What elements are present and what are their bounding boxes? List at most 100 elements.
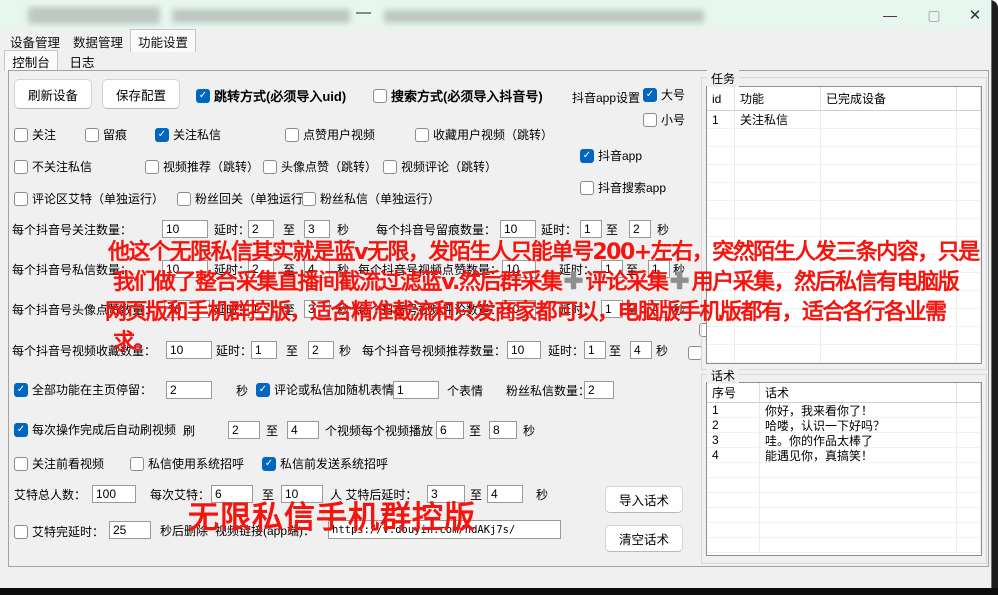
small-account-checkbox[interactable] [643, 113, 657, 127]
video-collect-delay-from-input[interactable] [251, 341, 277, 359]
no-follow-dm-checkbox[interactable] [14, 160, 28, 174]
import-script-button[interactable]: 导入话术 [605, 486, 683, 513]
script-table[interactable]: 序号话术1你好，我来看你了！2哈喽，认识一下好吗？3哇。你的作品太棒了4能遇见你… [706, 382, 982, 556]
fans-dm-checkbox[interactable] [302, 192, 316, 206]
video-comment-delay-to-input[interactable] [648, 300, 670, 318]
table-cell[interactable] [957, 418, 981, 433]
video-recommend-count-input[interactable] [507, 341, 541, 359]
video-like-count-input[interactable] [502, 260, 536, 278]
fans-dm-count-input[interactable] [584, 381, 614, 399]
table-cell[interactable]: 关注私信 [735, 111, 821, 129]
at-delay-to-input[interactable] [487, 485, 523, 503]
follow-delay-from-input[interactable] [248, 220, 274, 238]
follow-count-input[interactable] [162, 220, 208, 238]
tab-function-settings[interactable]: 功能设置 [130, 29, 196, 52]
table-row[interactable]: 1你好，我来看你了！ [707, 403, 981, 418]
trace-checkbox[interactable] [85, 128, 99, 142]
trace-delay-to-input[interactable] [629, 220, 651, 238]
at-delete-delay-input[interactable] [109, 521, 151, 539]
refresh-devices-button[interactable]: 刷新设备 [14, 79, 92, 109]
maximize-icon[interactable]: ▢ [912, 0, 956, 30]
follow-delay-to-input[interactable] [304, 220, 330, 238]
checkbox-video-recommend[interactable]: 视频推荐（跳转） [145, 158, 259, 175]
avatar-like-delay-to-input[interactable] [304, 300, 330, 318]
avatar-like-count-input[interactable] [164, 300, 210, 318]
play-from-input[interactable] [436, 421, 464, 439]
table-cell[interactable] [957, 403, 981, 418]
checkbox-comment-at[interactable]: 评论区艾特（单独运行） [14, 190, 164, 207]
at-each-from-input[interactable] [211, 485, 253, 503]
checkbox-fans-follow-back[interactable]: 粉丝回关（单独运行） [177, 190, 315, 207]
play-to-input[interactable] [489, 421, 517, 439]
checkbox-follow-dm[interactable]: 关注私信 [155, 126, 221, 143]
checkbox-follow[interactable]: 关注 [14, 126, 56, 143]
trace-delay-from-input[interactable] [580, 220, 602, 238]
minimize-icon[interactable]: — [868, 0, 912, 30]
big-account-checkbox[interactable] [643, 88, 657, 102]
checkbox-stay-home[interactable]: 全部功能在主页停留： [14, 381, 152, 398]
tab-data-management[interactable]: 数据管理 [67, 31, 129, 52]
tab-device-management[interactable]: 设备管理 [4, 31, 66, 52]
checkbox-video-comment[interactable]: 视频评论（跳转） [383, 158, 497, 175]
video-comment-delay-from-input[interactable] [601, 300, 623, 318]
table-cell[interactable] [957, 111, 981, 129]
swipe-to-input[interactable] [287, 421, 319, 439]
watch-before-follow-checkbox[interactable] [14, 457, 28, 471]
auto-swipe-checkbox[interactable] [14, 423, 28, 437]
avatar-like-checkbox[interactable] [263, 160, 277, 174]
table-cell[interactable]: 哇。你的作品太棒了 [760, 433, 957, 448]
comment-at-checkbox[interactable] [14, 192, 28, 206]
follow-dm-checkbox[interactable] [155, 128, 169, 142]
at-total-input[interactable] [92, 485, 136, 503]
video-collect-count-input[interactable] [166, 341, 212, 359]
table-cell[interactable] [821, 111, 957, 129]
dm-delay-from-input[interactable] [248, 260, 274, 278]
save-config-button[interactable]: 保存配置 [102, 79, 180, 109]
checkbox-random-emoji[interactable]: 评论或私信加随机表情 [256, 381, 394, 398]
subtab-log[interactable]: 日志 [60, 51, 104, 71]
follow-checkbox[interactable] [14, 128, 28, 142]
collect-user-video-checkbox[interactable] [415, 128, 429, 142]
dm-send-greeting-checkbox[interactable] [262, 457, 276, 471]
dm-system-greeting-checkbox[interactable] [130, 457, 144, 471]
fans-follow-back-checkbox[interactable] [177, 192, 191, 206]
checkbox-dm-system-greeting[interactable]: 私信使用系统招呼 [130, 455, 244, 472]
table-cell[interactable]: 3 [707, 433, 760, 448]
table-row[interactable]: 4能遇见你，真搞笑！ [707, 448, 981, 463]
video-like-delay-from-input[interactable] [601, 260, 623, 278]
checkbox-auto-swipe[interactable]: 每次操作完成后自动刷视频 [14, 421, 176, 438]
stay-home-checkbox[interactable] [14, 383, 28, 397]
clear-script-button[interactable]: 清空话术 [605, 525, 683, 552]
table-cell[interactable]: 1 [707, 111, 735, 129]
checkbox-douyin-search-app[interactable]: 抖音搜索app [580, 179, 666, 196]
dm-delay-to-input[interactable] [304, 260, 330, 278]
checkbox-douyin-app[interactable]: 抖音app [580, 147, 642, 164]
video-recommend-delay-to-input[interactable] [630, 341, 652, 359]
search-mode-checkbox[interactable] [373, 89, 387, 103]
douyin-search-app-checkbox[interactable] [580, 181, 594, 195]
uid-script-match-checkbox[interactable] [688, 346, 702, 360]
table-cell[interactable]: 4 [707, 448, 760, 463]
checkbox-jump-mode[interactable]: 跳转方式(必须导入uid) [196, 86, 346, 105]
checkbox-no-follow-dm[interactable]: 不关注私信 [14, 158, 92, 175]
dm-count-input[interactable] [162, 260, 208, 278]
swipe-from-input[interactable] [228, 421, 260, 439]
checkbox-like-user-video[interactable]: 点赞用户视频 [285, 126, 375, 143]
checkbox-small-account[interactable]: 小号 [643, 111, 685, 128]
video-comment-checkbox[interactable] [383, 160, 397, 174]
video-recommend-delay-from-input[interactable] [584, 341, 606, 359]
stay-home-seconds-input[interactable] [166, 381, 212, 399]
table-row[interactable]: 3哇。你的作品太棒了 [707, 433, 981, 448]
emoji-count-input[interactable] [393, 381, 439, 399]
checkbox-search-mode[interactable]: 搜索方式(必须导入抖音号) [373, 86, 543, 105]
jump-mode-checkbox[interactable] [196, 89, 210, 103]
checkbox-at-done-delay[interactable]: 艾特完延时： [14, 523, 104, 540]
table-cell[interactable] [957, 448, 981, 463]
checkbox-dm-send-greeting[interactable]: 私信前发送系统招呼 [262, 455, 388, 472]
table-cell[interactable] [957, 433, 981, 448]
table-row[interactable]: 2哈喽，认识一下好吗？ [707, 418, 981, 433]
table-cell[interactable]: 2 [707, 418, 760, 433]
video-collect-delay-to-input[interactable] [308, 341, 334, 359]
at-delay-from-input[interactable] [427, 485, 465, 503]
table-cell[interactable]: 哈喽，认识一下好吗？ [760, 418, 957, 433]
